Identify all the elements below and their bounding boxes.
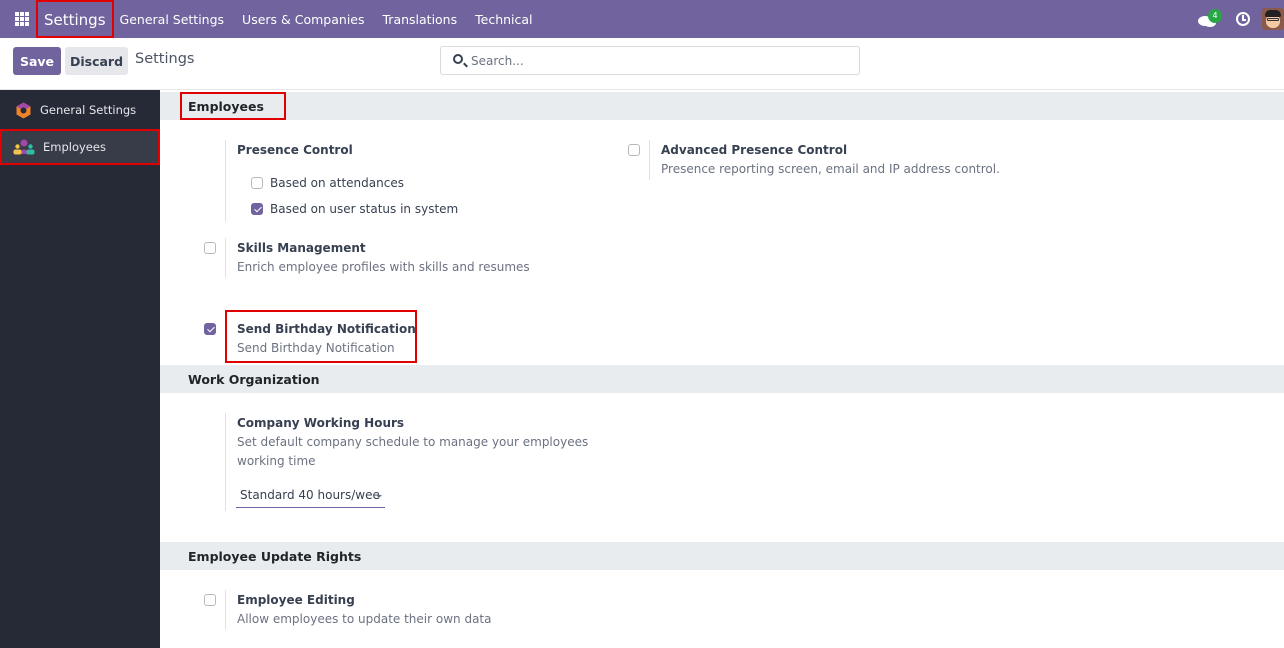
advanced-presence-description: Presence reporting screen, email and IP …	[661, 162, 1000, 176]
settings-sidebar: General Settings Employees	[0, 90, 160, 648]
search-icon	[453, 54, 463, 64]
breadcrumb: Settings	[135, 51, 195, 67]
skills-management-title: Skills Management	[237, 241, 366, 255]
employee-editing-title: Employee Editing	[237, 593, 355, 607]
advanced-presence-checkbox[interactable]	[628, 144, 640, 156]
advanced-presence-title: Advanced Presence Control	[661, 143, 848, 157]
top-navbar: Settings General Settings Users & Compan…	[0, 0, 1284, 38]
user-status-checkbox[interactable]	[251, 203, 263, 215]
working-hours-title: Company Working Hours	[237, 416, 405, 430]
section-title: Employee Update Rights	[188, 549, 362, 564]
attendances-label[interactable]: Based on attendances	[270, 176, 404, 190]
chevron-down-icon	[376, 495, 382, 498]
working-hours-description: Set default company schedule to manage y…	[237, 435, 589, 449]
working-hours-description-2: working time	[237, 454, 316, 468]
messages-badge: 4	[1208, 9, 1222, 23]
sidebar-item-general-settings[interactable]: General Settings	[0, 92, 160, 128]
menu-users-companies[interactable]: Users & Companies	[242, 12, 364, 27]
highlight-box	[180, 92, 286, 120]
birthday-notification-checkbox[interactable]	[204, 323, 216, 335]
divider	[225, 413, 226, 511]
sidebar-item-label: General Settings	[40, 103, 137, 117]
control-panel: Save Discard Settings	[0, 38, 1284, 90]
discard-button[interactable]: Discard	[65, 47, 128, 75]
sidebar-item-employees[interactable]: Employees	[0, 129, 160, 165]
divider	[225, 590, 226, 630]
divider	[649, 140, 650, 180]
attendances-checkbox[interactable]	[251, 177, 263, 189]
menu-general-settings[interactable]: General Settings	[120, 12, 225, 27]
employee-editing-description: Allow employees to update their own data	[237, 612, 492, 626]
section-header-update-rights: Employee Update Rights	[160, 542, 1284, 570]
highlight-box	[225, 310, 417, 363]
employees-icon	[13, 139, 35, 155]
app-name-settings[interactable]: Settings	[36, 0, 114, 38]
settings-content: Employees Presence Control Based on atte…	[160, 90, 1284, 648]
general-settings-icon	[15, 102, 32, 119]
skills-management-checkbox[interactable]	[204, 242, 216, 254]
section-title: Work Organization	[188, 372, 320, 387]
employee-editing-checkbox[interactable]	[204, 594, 216, 606]
divider	[225, 238, 226, 278]
search-box[interactable]	[440, 46, 860, 75]
divider	[225, 140, 226, 222]
working-hours-select[interactable]: Standard 40 hours/wee	[236, 484, 385, 508]
section-header-work-organization: Work Organization	[160, 365, 1284, 393]
user-avatar[interactable]	[1262, 8, 1284, 30]
user-status-label[interactable]: Based on user status in system	[270, 202, 458, 216]
search-input[interactable]	[471, 51, 851, 71]
sidebar-item-label: Employees	[43, 140, 106, 154]
menu-translations[interactable]: Translations	[383, 12, 458, 27]
apps-menu-icon[interactable]	[15, 12, 29, 26]
presence-control-title: Presence Control	[237, 143, 353, 157]
section-header-employees: Employees	[160, 92, 1284, 120]
save-button[interactable]: Save	[13, 47, 61, 75]
menu-technical[interactable]: Technical	[475, 12, 532, 27]
messages-icon[interactable]: 4	[1196, 9, 1222, 29]
activity-clock-icon[interactable]	[1236, 12, 1250, 26]
skills-management-description: Enrich employee profiles with skills and…	[237, 260, 530, 274]
working-hours-value: Standard 40 hours/wee	[240, 488, 380, 502]
